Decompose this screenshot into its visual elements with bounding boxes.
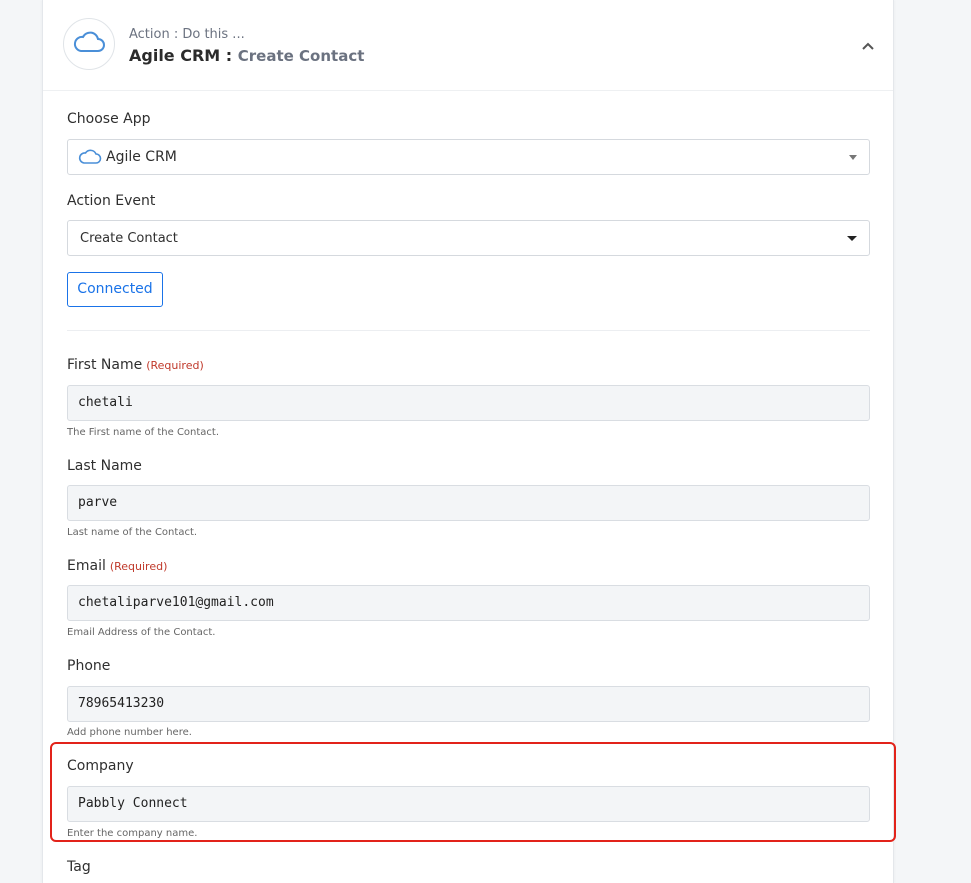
email-label: Email (Required) bbox=[67, 558, 167, 574]
cloud-icon bbox=[72, 30, 106, 58]
section-divider bbox=[67, 330, 870, 331]
required-badge: (Required) bbox=[109, 560, 168, 573]
tag-label: Tag bbox=[67, 859, 91, 875]
last-name-input[interactable]: parve bbox=[67, 485, 870, 521]
first-name-label: First Name (Required) bbox=[67, 357, 204, 373]
step-event-name: Create Contact bbox=[237, 47, 365, 65]
phone-input[interactable]: 78965413230 bbox=[67, 686, 870, 722]
email-help: Email Address of the Contact. bbox=[67, 627, 216, 638]
choose-app-value: Agile CRM bbox=[106, 149, 177, 165]
first-name-help: The First name of the Contact. bbox=[67, 427, 220, 438]
cloud-icon bbox=[78, 148, 102, 170]
dropdown-caret-icon bbox=[849, 155, 857, 160]
step-app-name: Agile CRM : bbox=[129, 46, 233, 65]
first-name-label-text: First Name bbox=[67, 357, 143, 373]
step-title: Agile CRM : Create Contact bbox=[129, 46, 364, 65]
action-event-select[interactable]: Create Contact bbox=[67, 220, 870, 256]
chevron-up-icon[interactable] bbox=[859, 37, 877, 55]
choose-app-select[interactable]: Agile CRM bbox=[67, 139, 870, 175]
step-header[interactable]: Action : Do this ... Agile CRM : Create … bbox=[43, 0, 893, 91]
step-subtitle: Action : Do this ... bbox=[129, 27, 245, 42]
dropdown-caret-icon bbox=[847, 236, 857, 241]
phone-label: Phone bbox=[67, 658, 111, 674]
required-badge: (Required) bbox=[146, 359, 204, 372]
action-event-value: Create Contact bbox=[80, 231, 178, 246]
last-name-label: Last Name bbox=[67, 458, 142, 474]
app-logo bbox=[63, 18, 115, 70]
email-label-text: Email bbox=[67, 558, 106, 574]
email-input[interactable]: chetaliparve101@gmail.com bbox=[67, 585, 870, 621]
first-name-input[interactable]: chetali bbox=[67, 385, 870, 421]
company-help: Enter the company name. bbox=[67, 828, 198, 839]
action-event-label: Action Event bbox=[67, 193, 156, 209]
connected-button[interactable]: Connected bbox=[67, 272, 163, 307]
phone-help: Add phone number here. bbox=[67, 727, 192, 738]
action-step-card: Action : Do this ... Agile CRM : Create … bbox=[42, 0, 896, 883]
company-input[interactable]: Pabbly Connect bbox=[67, 786, 870, 822]
choose-app-label: Choose App bbox=[67, 111, 151, 127]
last-name-help: Last name of the Contact. bbox=[67, 527, 198, 538]
company-label: Company bbox=[67, 758, 134, 774]
